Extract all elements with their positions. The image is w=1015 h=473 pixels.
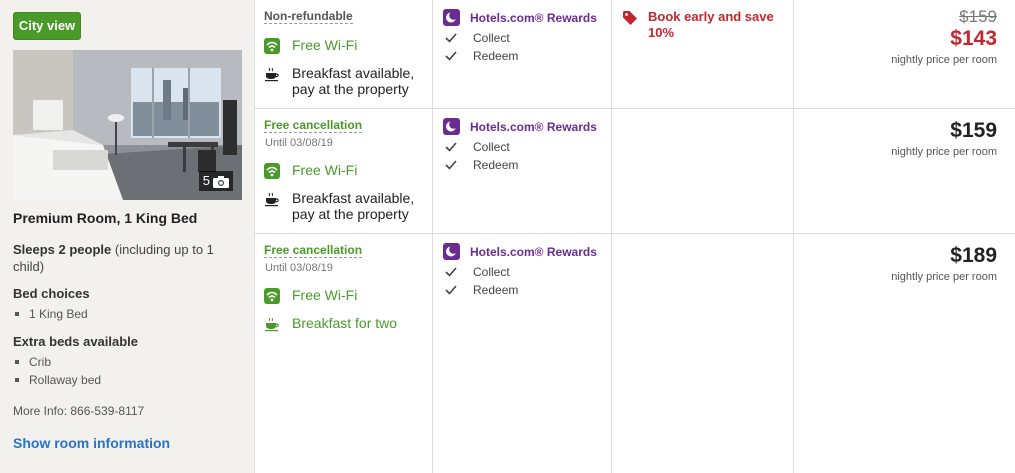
wifi-label: Free Wi-Fi xyxy=(292,287,358,303)
sleeps-count: Sleeps 2 people xyxy=(13,242,112,257)
coffee-cup-icon xyxy=(264,66,280,82)
wifi-amenity: Free Wi-Fi xyxy=(264,287,357,304)
checkmark-icon xyxy=(445,32,457,44)
rate-options-table: Non-refundable Free Wi-Fi Breakfast avai… xyxy=(255,0,1015,473)
redeem-label: Redeem xyxy=(473,158,519,172)
checkmark-icon xyxy=(445,266,457,278)
cancellation-deadline: Until 03/08/19 xyxy=(265,137,333,149)
room-photo[interactable]: 5 xyxy=(13,50,242,200)
rewards-cell: Hotels.com® Rewards Collect Redeem xyxy=(433,0,612,108)
room-info-panel: City view 5 Premium Room, 1 King Bed Sle… xyxy=(0,0,255,473)
redeem-item: Redeem xyxy=(445,283,518,297)
wifi-amenity: Free Wi-Fi xyxy=(264,37,357,54)
camera-icon xyxy=(213,175,229,188)
price-box: $189 nightly price per room xyxy=(891,244,997,283)
breakfast-label: Breakfast available, pay at the property xyxy=(292,65,415,97)
rewards-label[interactable]: Hotels.com® Rewards xyxy=(470,120,597,134)
coffee-cup-icon xyxy=(264,316,280,332)
breakfast-label: Breakfast available, pay at the property xyxy=(292,190,415,222)
collect-item: Collect xyxy=(445,31,510,45)
redeem-label: Redeem xyxy=(473,283,519,297)
current-price: $159 xyxy=(950,119,997,142)
breakfast-amenity: Breakfast available, pay at the property xyxy=(264,190,427,222)
price-tag-icon xyxy=(622,10,638,26)
wifi-label: Free Wi-Fi xyxy=(292,37,358,53)
price-note: nightly price per room xyxy=(891,54,997,66)
promo-badge: Book early and save 10% xyxy=(622,9,788,41)
wifi-amenity: Free Wi-Fi xyxy=(264,162,357,179)
rewards-cell: Hotels.com® Rewards Collect Redeem xyxy=(433,109,612,233)
price-note: nightly price per room xyxy=(891,146,997,158)
promo-cell xyxy=(612,109,794,233)
price-box: $159 $143 nightly price per room xyxy=(891,7,997,66)
wifi-label: Free Wi-Fi xyxy=(292,162,358,178)
checkmark-icon xyxy=(445,284,457,296)
cancellation-deadline: Until 03/08/19 xyxy=(265,262,333,274)
breakfast-label: Breakfast for two xyxy=(292,315,398,331)
current-price: $189 xyxy=(950,244,997,267)
rate-policy-cell: Free cancellation Until 03/08/19 Free Wi… xyxy=(255,109,433,233)
collect-label: Collect xyxy=(473,140,510,154)
moon-icon xyxy=(443,118,460,135)
wifi-icon xyxy=(264,288,280,304)
show-room-information-link[interactable]: Show room information xyxy=(13,435,170,451)
redeem-item: Redeem xyxy=(445,158,518,172)
photo-count: 5 xyxy=(202,173,210,188)
rate-row: Free cancellation Until 03/08/19 Free Wi… xyxy=(255,109,1015,234)
collect-item: Collect xyxy=(445,265,510,279)
cancellation-policy[interactable]: Free cancellation xyxy=(264,118,363,133)
collect-label: Collect xyxy=(473,31,510,45)
checkmark-icon xyxy=(445,50,457,62)
rewards-cell: Hotels.com® Rewards Collect Redeem xyxy=(433,234,612,473)
rewards-label[interactable]: Hotels.com® Rewards xyxy=(470,11,597,25)
rate-row: Free cancellation Until 03/08/19 Free Wi… xyxy=(255,234,1015,473)
extra-bed-item: Rollaway bed xyxy=(15,373,101,387)
promo-cell xyxy=(612,234,794,473)
rate-policy-cell: Free cancellation Until 03/08/19 Free Wi… xyxy=(255,234,433,473)
breakfast-amenity: Breakfast available, pay at the property xyxy=(264,65,427,97)
extra-bed-item: Crib xyxy=(15,355,51,369)
sleeps-info: Sleeps 2 people (including up to 1 child… xyxy=(13,241,238,275)
room-title: Premium Room, 1 King Bed xyxy=(13,210,198,226)
city-view-button[interactable]: City view xyxy=(13,12,81,40)
rewards-header: Hotels.com® Rewards xyxy=(443,9,597,26)
price-note: nightly price per room xyxy=(891,271,997,283)
rate-policy-cell: Non-refundable Free Wi-Fi Breakfast avai… xyxy=(255,0,433,108)
promo-text: Book early and save 10% xyxy=(648,9,774,40)
bed-choices-heading: Bed choices xyxy=(13,286,90,301)
price-box: $159 nightly price per room xyxy=(891,119,997,158)
collect-label: Collect xyxy=(473,265,510,279)
bed-choice-item: 1 King Bed xyxy=(15,307,88,321)
rate-row: Non-refundable Free Wi-Fi Breakfast avai… xyxy=(255,0,1015,109)
photo-count-badge[interactable]: 5 xyxy=(198,171,233,191)
redeem-label: Redeem xyxy=(473,49,519,63)
rewards-header: Hotels.com® Rewards xyxy=(443,118,597,135)
price-cell: $189 nightly price per room xyxy=(794,234,1015,473)
moon-icon xyxy=(443,243,460,260)
redeem-item: Redeem xyxy=(445,49,518,63)
extra-beds-heading: Extra beds available xyxy=(13,334,139,349)
rewards-header: Hotels.com® Rewards xyxy=(443,243,597,260)
checkmark-icon xyxy=(445,159,457,171)
wifi-icon xyxy=(264,38,280,54)
moon-icon xyxy=(443,9,460,26)
more-info-phone: More Info: 866-539-8117 xyxy=(13,404,145,418)
promo-cell: Book early and save 10% xyxy=(612,0,794,108)
price-cell: $159 $143 nightly price per room xyxy=(794,0,1015,108)
coffee-cup-icon xyxy=(264,191,280,207)
rewards-label[interactable]: Hotels.com® Rewards xyxy=(470,245,597,259)
checkmark-icon xyxy=(445,141,457,153)
cancellation-policy[interactable]: Non-refundable xyxy=(264,9,353,24)
collect-item: Collect xyxy=(445,140,510,154)
wifi-icon xyxy=(264,163,280,179)
price-cell: $159 nightly price per room xyxy=(794,109,1015,233)
breakfast-amenity: Breakfast for two xyxy=(264,315,397,332)
current-price: $143 xyxy=(950,27,997,50)
cancellation-policy[interactable]: Free cancellation xyxy=(264,243,363,258)
original-price: $159 xyxy=(959,7,997,26)
